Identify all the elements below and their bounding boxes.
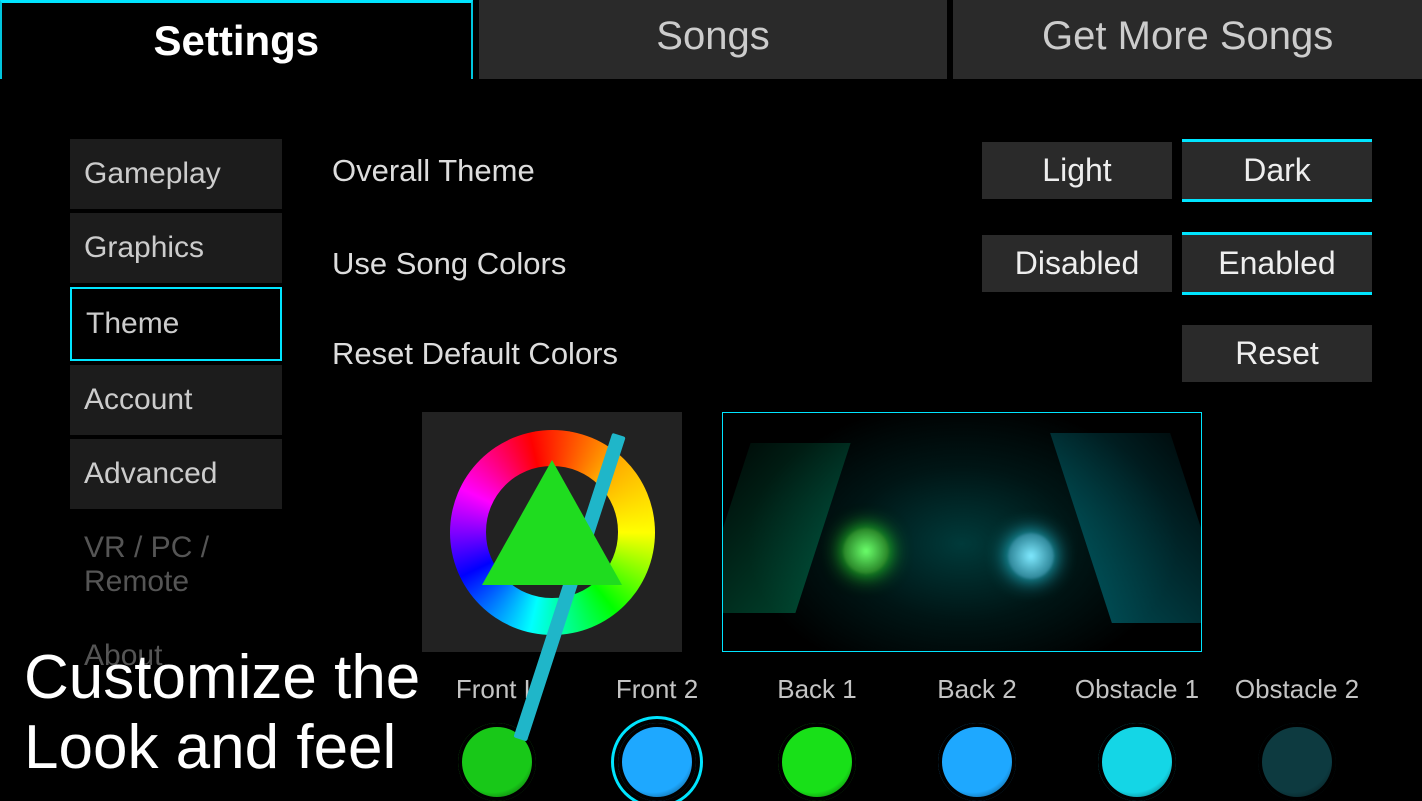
label-reset-colors: Reset Default Colors bbox=[332, 336, 972, 372]
color-swatch-obstacle-1[interactable] bbox=[1098, 723, 1176, 801]
settings-panel: Overall Theme Light Dark Use Song Colors… bbox=[332, 139, 1392, 801]
settings-sidebar: Gameplay Graphics Theme Account Advanced… bbox=[70, 139, 282, 801]
slot-label: Back 1 bbox=[742, 674, 892, 705]
label-use-song-colors: Use Song Colors bbox=[332, 246, 972, 282]
color-swatch-front-l[interactable] bbox=[458, 723, 536, 801]
tab-settings[interactable]: Settings bbox=[0, 0, 473, 79]
song-colors-enabled-button[interactable]: Enabled bbox=[1182, 232, 1372, 295]
sidebar-item-account[interactable]: Account bbox=[70, 365, 282, 435]
color-slots: Front L Front 2 Back 1 Back 2 Obstacle 1… bbox=[422, 674, 1372, 801]
sidebar-item-vr-pc-remote[interactable]: VR / PC / Remote bbox=[70, 513, 282, 617]
song-colors-disabled-button[interactable]: Disabled bbox=[982, 235, 1172, 292]
sidebar-item-about[interactable]: About bbox=[70, 621, 282, 691]
color-swatch-back-1[interactable] bbox=[778, 723, 856, 801]
slot-label: Obstacle 1 bbox=[1062, 674, 1212, 705]
sidebar-item-advanced[interactable]: Advanced bbox=[70, 439, 282, 509]
tab-songs[interactable]: Songs bbox=[479, 0, 948, 79]
saturation-triangle-icon bbox=[482, 460, 622, 585]
slot-label: Obstacle 2 bbox=[1222, 674, 1372, 705]
color-swatch-back-2[interactable] bbox=[938, 723, 1016, 801]
sidebar-item-graphics[interactable]: Graphics bbox=[70, 213, 282, 283]
sidebar-item-gameplay[interactable]: Gameplay bbox=[70, 139, 282, 209]
color-swatch-front-2[interactable] bbox=[618, 723, 696, 801]
slot-label: Back 2 bbox=[902, 674, 1052, 705]
slot-label: Front L bbox=[422, 674, 572, 705]
theme-preview bbox=[722, 412, 1202, 652]
color-picker[interactable] bbox=[422, 412, 682, 652]
label-overall-theme: Overall Theme bbox=[332, 153, 972, 189]
tab-get-more-songs[interactable]: Get More Songs bbox=[953, 0, 1422, 79]
theme-dark-button[interactable]: Dark bbox=[1182, 139, 1372, 202]
sidebar-item-theme[interactable]: Theme bbox=[70, 287, 282, 361]
reset-colors-button[interactable]: Reset bbox=[1182, 325, 1372, 382]
slot-label: Front 2 bbox=[582, 674, 732, 705]
color-swatch-obstacle-2[interactable] bbox=[1258, 723, 1336, 801]
top-tabs: Settings Songs Get More Songs bbox=[0, 0, 1422, 79]
theme-light-button[interactable]: Light bbox=[982, 142, 1172, 199]
